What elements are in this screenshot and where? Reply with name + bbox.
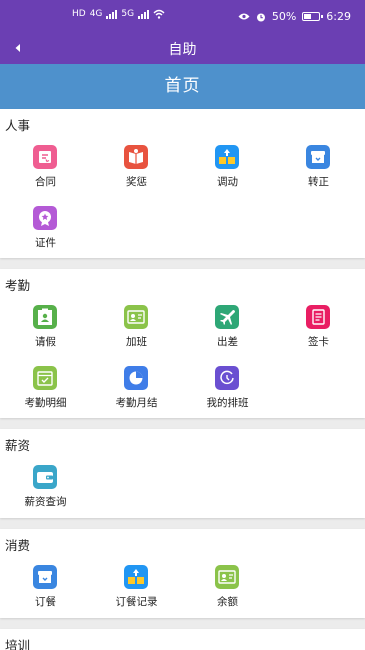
- home-bar: 首页: [0, 64, 365, 109]
- item-label: 合同: [35, 176, 56, 188]
- reward-punish-icon: [124, 145, 148, 169]
- item-contract[interactable]: 合同: [0, 141, 91, 197]
- contract-icon: [33, 145, 57, 169]
- battery-percent: 50%: [271, 10, 297, 23]
- section-title: 考勤: [5, 278, 31, 293]
- item-overtime[interactable]: 加班: [91, 301, 182, 357]
- item-transfer[interactable]: 调动: [182, 141, 273, 197]
- item-label: 订餐: [35, 596, 56, 608]
- item-meal-order[interactable]: 订餐: [0, 561, 91, 617]
- app-bar-title: 自助: [168, 42, 197, 58]
- item-label: 加班: [126, 336, 147, 348]
- wifi-icon: [153, 9, 165, 19]
- item-meal-record[interactable]: 订餐记录: [91, 561, 182, 617]
- signal-5g-label: 5G: [121, 9, 135, 19]
- signal-icon-2: [138, 9, 150, 19]
- eye-icon: [238, 13, 250, 20]
- section-consumption: 消费 订餐 订餐记录 余额: [0, 529, 365, 618]
- alarm-icon: [256, 13, 265, 21]
- battery-fill: [304, 14, 312, 19]
- attendance-monthly-icon: [124, 366, 148, 390]
- my-schedule-icon: [215, 366, 239, 390]
- item-sign-card[interactable]: 签卡: [273, 301, 364, 357]
- item-attendance-detail[interactable]: 考勤明细: [0, 362, 91, 418]
- item-label: 考勤明细: [24, 397, 67, 409]
- item-regularization[interactable]: 转正: [273, 141, 364, 197]
- item-label: 订餐记录: [115, 596, 158, 608]
- meal-order-icon: [33, 565, 57, 589]
- leave-icon: [33, 305, 57, 329]
- section-title: 消费: [5, 538, 31, 553]
- status-bar: HD 4G 5G 50% 6:29: [0, 0, 365, 32]
- app-bar: 自助: [0, 32, 365, 64]
- item-label: 考勤月结: [115, 397, 158, 409]
- status-bar-right: 50% 6:29: [238, 10, 351, 23]
- section-training: 培训: [0, 629, 365, 650]
- item-reward-punish[interactable]: 奖惩: [91, 141, 182, 197]
- item-label: 转正: [308, 176, 329, 188]
- balance-icon: [215, 565, 239, 589]
- regularization-icon: [306, 145, 330, 169]
- item-label: 余额: [217, 596, 238, 608]
- section-personnel: 人事 合同 奖惩 调动 转正 证件: [0, 109, 365, 258]
- item-label: 签卡: [308, 336, 329, 348]
- meal-record-icon: [124, 565, 148, 589]
- overtime-icon: [124, 305, 148, 329]
- item-label: 证件: [35, 237, 56, 249]
- status-bar-left: HD 4G 5G: [72, 9, 165, 19]
- item-business-trip[interactable]: 出差: [182, 301, 273, 357]
- certificate-icon: [33, 206, 57, 230]
- item-label: 我的排班: [206, 397, 249, 409]
- clock: 6:29: [326, 10, 351, 23]
- sign-card-icon: [306, 305, 330, 329]
- item-label: 奖惩: [126, 176, 147, 188]
- section-attendance: 考勤 请假 加班 出差 签卡 考勤明细 考勤月结 我的排班: [0, 269, 365, 418]
- signal-4g-label: 4G: [89, 9, 103, 19]
- network-label: HD: [72, 9, 86, 19]
- item-label: 请假: [35, 336, 56, 348]
- business-trip-icon: [215, 305, 239, 329]
- signal-icon: [106, 9, 118, 19]
- battery-icon: [302, 12, 324, 21]
- transfer-icon: [215, 145, 239, 169]
- attendance-detail-icon: [33, 366, 57, 390]
- section-title: 人事: [5, 118, 31, 133]
- section-title: 培训: [5, 638, 31, 650]
- item-salary-query[interactable]: 薪资查询: [0, 461, 91, 517]
- section-title: 薪资: [5, 438, 31, 453]
- item-certificate[interactable]: 证件: [0, 202, 91, 258]
- item-label: 调动: [217, 176, 238, 188]
- salary-query-icon: [33, 465, 57, 489]
- item-attendance-monthly[interactable]: 考勤月结: [91, 362, 182, 418]
- item-leave[interactable]: 请假: [0, 301, 91, 357]
- item-my-schedule[interactable]: 我的排班: [182, 362, 273, 418]
- section-salary: 薪资 薪资查询: [0, 429, 365, 518]
- item-balance[interactable]: 余额: [182, 561, 273, 617]
- item-label: 出差: [217, 336, 238, 348]
- item-label: 薪资查询: [24, 496, 67, 508]
